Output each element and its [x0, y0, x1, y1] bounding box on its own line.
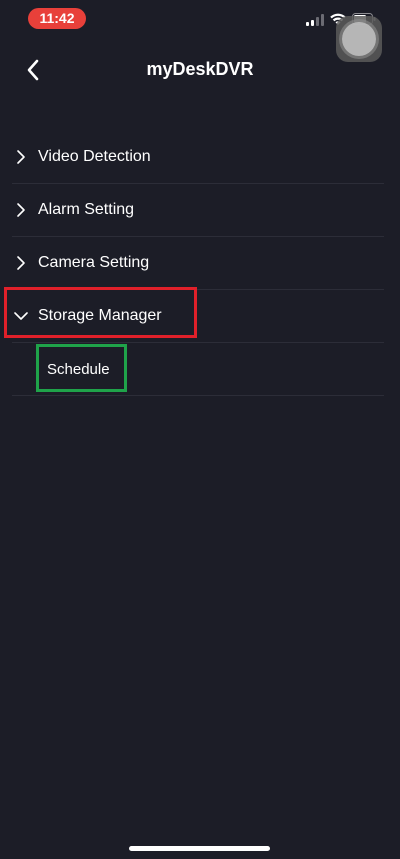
- menu-item-camera-setting[interactable]: Camera Setting: [12, 237, 384, 290]
- menu-item-video-detection[interactable]: Video Detection: [12, 131, 384, 184]
- menu-item-label: Camera Setting: [38, 254, 150, 271]
- home-indicator: [129, 846, 270, 851]
- page-title: myDeskDVR: [146, 59, 254, 79]
- status-bar: 11:42: [0, 0, 400, 62]
- highlight-box-red: [4, 287, 197, 338]
- menu-item-label: Video Detection: [38, 148, 151, 165]
- chevron-right-icon: [17, 150, 25, 164]
- signal-icon: [306, 14, 324, 26]
- highlight-box-green: [36, 344, 127, 392]
- chevron-right-icon: [17, 203, 25, 217]
- menu-item-alarm-setting[interactable]: Alarm Setting: [12, 184, 384, 237]
- menu-item-label: Alarm Setting: [38, 201, 135, 218]
- navigation-header: myDeskDVR: [0, 46, 400, 96]
- chevron-right-icon: [17, 256, 25, 270]
- status-time: 11:42: [28, 8, 86, 29]
